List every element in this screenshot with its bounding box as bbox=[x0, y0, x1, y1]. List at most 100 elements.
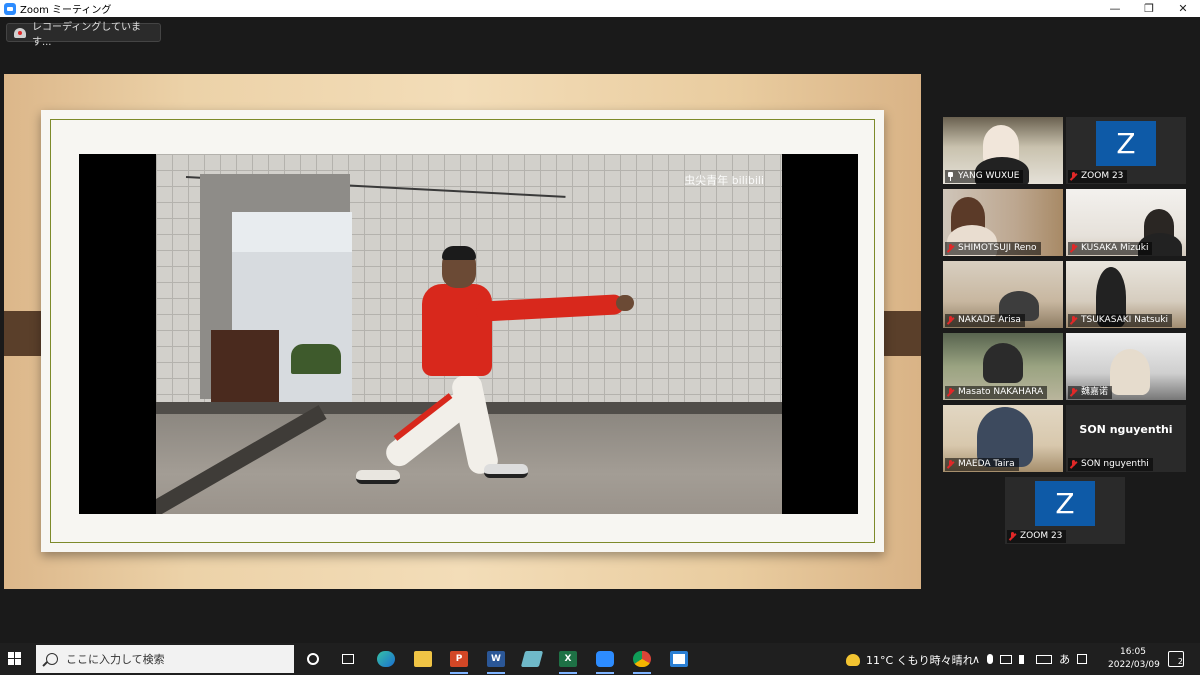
minimize-button[interactable]: — bbox=[1098, 0, 1132, 17]
edge-icon bbox=[377, 651, 395, 667]
notes-button[interactable] bbox=[517, 647, 547, 671]
participant-tile-active-speaker[interactable]: Masato NAKAHARA bbox=[943, 333, 1063, 400]
tray-chevron-icon[interactable]: ∧ bbox=[972, 653, 980, 666]
participant-name: KUSAKA Mizuki bbox=[1081, 243, 1149, 253]
powerpoint-button[interactable]: P bbox=[444, 647, 474, 674]
keyboard-icon[interactable] bbox=[1036, 654, 1053, 664]
word-icon: W bbox=[487, 651, 505, 667]
close-button[interactable]: ✕ bbox=[1166, 0, 1200, 17]
participant-tile[interactable]: KUSAKA Mizuki bbox=[1066, 189, 1186, 256]
person-fist bbox=[616, 295, 634, 311]
network-icon[interactable] bbox=[1000, 654, 1013, 664]
potted-plants bbox=[291, 344, 341, 374]
participant-name: NAKADE Arisa bbox=[958, 315, 1021, 325]
participant-name-label: NAKADE Arisa bbox=[945, 314, 1025, 327]
participant-name-label: 魏嘉诺 bbox=[1068, 386, 1113, 399]
zoom-taskbar-button[interactable] bbox=[590, 647, 620, 674]
slide-paper: 虫尖青年 bilibili bbox=[41, 110, 884, 552]
notification-center-icon[interactable]: 2 bbox=[1168, 651, 1184, 667]
muted-mic-icon bbox=[947, 388, 954, 397]
windows-taskbar: ここに入力して検索 P W X 11°C くもり時々晴れ ∧ あ 16:05 2… bbox=[0, 643, 1200, 675]
participant-tile[interactable]: YANG WUXUE bbox=[943, 117, 1063, 184]
weather-text: 11°C くもり時々晴れ bbox=[866, 654, 974, 667]
window-titlebar: Zoom ミーティング — ❐ ✕ bbox=[0, 0, 1200, 17]
microphone-icon[interactable] bbox=[987, 654, 994, 664]
participant-name: SON nguyenthi bbox=[1081, 459, 1149, 469]
notification-count: 2 bbox=[1177, 657, 1183, 666]
cortana-button[interactable] bbox=[298, 647, 328, 671]
app-icon bbox=[670, 651, 688, 667]
video-watermark: 虫尖青年 bilibili bbox=[684, 174, 764, 187]
edge-button[interactable] bbox=[371, 647, 401, 671]
notes-icon bbox=[520, 651, 544, 667]
participant-tile[interactable]: 魏嘉诺 bbox=[1066, 333, 1186, 400]
participant-name: YANG WUXUE bbox=[958, 171, 1020, 181]
task-view-button[interactable] bbox=[333, 647, 363, 671]
maximize-button[interactable]: ❐ bbox=[1132, 0, 1166, 17]
participant-avatar: Z bbox=[1035, 481, 1095, 526]
participant-name: Masato NAKAHARA bbox=[958, 387, 1044, 397]
zoom-app-icon bbox=[4, 2, 16, 15]
person-shoe-front bbox=[484, 464, 528, 478]
participant-avatar: Z bbox=[1096, 121, 1156, 166]
system-tray: ∧ あ bbox=[972, 651, 1088, 667]
word-button[interactable]: W bbox=[481, 647, 511, 674]
muted-mic-icon bbox=[1070, 172, 1077, 181]
video-frame: 虫尖青年 bilibili bbox=[156, 154, 782, 514]
participant-tile[interactable]: Z ZOOM 23 bbox=[1066, 117, 1186, 184]
participant-name: SHIMOTSUJI Reno bbox=[958, 243, 1037, 253]
windows-logo-icon bbox=[8, 659, 14, 665]
participant-name-label: SON nguyenthi bbox=[1068, 458, 1153, 471]
participant-name-label: TSUKASAKI Natsuki bbox=[1068, 314, 1173, 327]
participant-tile[interactable]: NAKADE Arisa bbox=[943, 261, 1063, 328]
participant-name-label: ZOOM 23 bbox=[1068, 170, 1128, 183]
volume-icon[interactable] bbox=[1019, 654, 1029, 664]
participant-tile[interactable]: SHIMOTSUJI Reno bbox=[943, 189, 1063, 256]
chrome-button[interactable] bbox=[627, 647, 657, 674]
participant-tile[interactable]: MAEDA Taira bbox=[943, 405, 1063, 472]
muted-mic-icon bbox=[947, 244, 954, 253]
windows-logo-icon bbox=[8, 652, 14, 658]
start-button[interactable] bbox=[8, 652, 22, 666]
weather-widget[interactable]: 11°C くもり時々晴れ bbox=[846, 652, 974, 668]
ime-mode-indicator[interactable]: あ bbox=[1059, 651, 1070, 667]
participant-figure bbox=[983, 343, 1023, 383]
wooden-cabinet bbox=[211, 330, 279, 412]
participant-name-label: Masato NAKAHARA bbox=[945, 386, 1048, 399]
windows-logo-icon bbox=[15, 652, 21, 658]
window-title: Zoom ミーティング bbox=[20, 5, 112, 16]
participant-name: ZOOM 23 bbox=[1081, 171, 1124, 181]
file-explorer-button[interactable] bbox=[408, 647, 438, 671]
app-button[interactable] bbox=[664, 647, 694, 671]
recording-indicator[interactable]: レコーディングしています... bbox=[6, 22, 161, 48]
participant-figure bbox=[1110, 349, 1150, 395]
chrome-icon bbox=[633, 651, 651, 667]
clock-date: 2022/03/09 bbox=[1108, 660, 1160, 670]
martial-artist bbox=[356, 242, 656, 502]
muted-mic-icon bbox=[1009, 532, 1016, 541]
participant-tile[interactable]: TSUKASAKI Natsuki bbox=[1066, 261, 1186, 328]
participant-tile[interactable]: SON nguyenthi SON nguyenthi bbox=[1066, 405, 1186, 472]
excel-button[interactable]: X bbox=[553, 647, 583, 674]
participant-name-label: YANG WUXUE bbox=[945, 170, 1024, 183]
person-arm bbox=[475, 294, 625, 322]
taskbar-clock[interactable]: 16:05 2022/03/09 bbox=[1108, 646, 1160, 672]
participant-name-label: KUSAKA Mizuki bbox=[1068, 242, 1153, 255]
shared-video[interactable]: 虫尖青年 bilibili bbox=[79, 154, 858, 514]
participant-name-label: SHIMOTSUJI Reno bbox=[945, 242, 1041, 255]
participant-name-label: ZOOM 23 bbox=[1007, 530, 1067, 543]
person-shoe-back bbox=[356, 470, 400, 484]
participant-tile[interactable]: Z ZOOM 23 bbox=[1005, 477, 1125, 544]
person-front-leg bbox=[449, 371, 501, 477]
weather-icon bbox=[846, 654, 860, 666]
muted-mic-icon bbox=[1070, 388, 1077, 397]
participant-name: TSUKASAKI Natsuki bbox=[1081, 315, 1169, 325]
pin-icon bbox=[947, 172, 954, 181]
participant-display-name: SON nguyenthi bbox=[1079, 423, 1173, 436]
shared-screen: 虫尖青年 bilibili bbox=[4, 74, 921, 589]
participant-name: MAEDA Taira bbox=[958, 459, 1015, 469]
ime-settings-icon[interactable] bbox=[1077, 654, 1088, 664]
taskbar-search-box[interactable]: ここに入力して検索 bbox=[36, 645, 294, 673]
muted-mic-icon bbox=[947, 316, 954, 325]
participant-name: ZOOM 23 bbox=[1020, 531, 1063, 541]
